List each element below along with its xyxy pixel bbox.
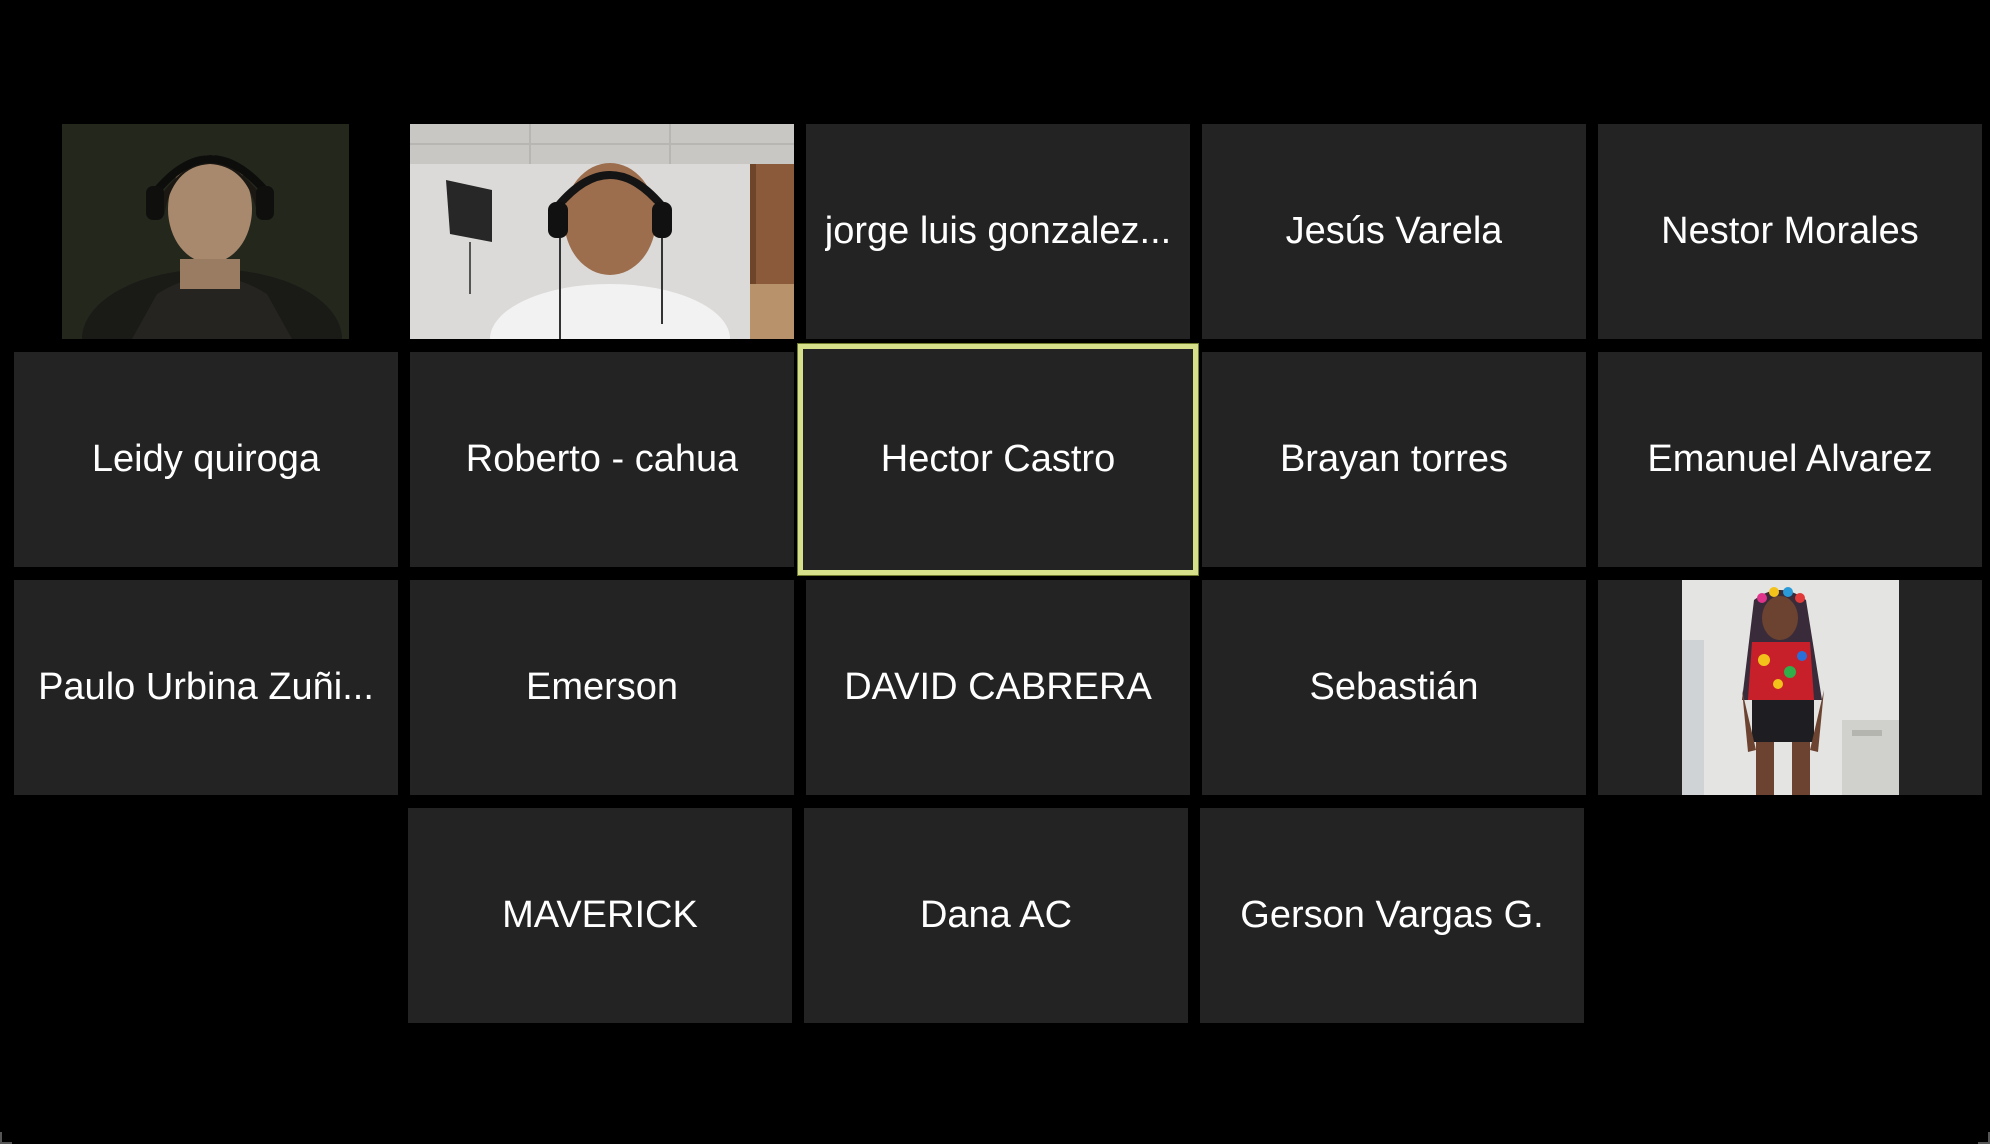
participant-name: Jesús Varela: [1285, 210, 1503, 252]
participant-tile[interactable]: Jesús Varela: [1202, 124, 1586, 339]
video-feed-man-with-headphones: [410, 124, 794, 339]
participant-tile[interactable]: jorge luis gonzalez...: [806, 124, 1190, 339]
participant-name: Hector Castro: [880, 438, 1116, 480]
video-feed-girl-with-headphones: [62, 124, 349, 339]
active-speaker-tile[interactable]: Hector Castro: [798, 344, 1198, 575]
resize-handle-bottom-right[interactable]: [1978, 1132, 1990, 1144]
participant-tile[interactable]: Brayan torres: [1202, 352, 1586, 567]
participant-name: Paulo Urbina Zuñi...: [38, 666, 374, 708]
participant-tile[interactable]: Gerson Vargas G.: [1200, 808, 1584, 1023]
participant-video-tile[interactable]: [1598, 580, 1982, 795]
participant-tile[interactable]: Sebastián: [1202, 580, 1586, 795]
participant-tile[interactable]: Nestor Morales: [1598, 124, 1982, 339]
participant-name: DAVID CABRERA: [844, 666, 1152, 708]
participant-name: Emanuel Alvarez: [1647, 438, 1933, 480]
video-frame-image: [62, 124, 349, 339]
participant-video-tile[interactable]: [410, 124, 794, 339]
gallery-view: jorge luis gonzalez... Jesús Varela Nest…: [0, 0, 1990, 1144]
video-feed-woman-in-colorful-top: [1682, 580, 1899, 795]
participant-tile[interactable]: Dana AC: [804, 808, 1188, 1023]
participant-tile[interactable]: Emerson: [410, 580, 794, 795]
participant-tile[interactable]: DAVID CABRERA: [806, 580, 1190, 795]
resize-handle-bottom-left[interactable]: [0, 1132, 12, 1144]
participant-tile[interactable]: Leidy quiroga: [14, 352, 398, 567]
participant-name: Dana AC: [919, 894, 1073, 936]
participant-name: Emerson: [525, 666, 679, 708]
participant-tile[interactable]: Paulo Urbina Zuñi...: [14, 580, 398, 795]
participant-tile[interactable]: Emanuel Alvarez: [1598, 352, 1982, 567]
participant-video-tile[interactable]: [14, 124, 398, 339]
participant-name: Leidy quiroga: [91, 438, 321, 480]
participant-name: jorge luis gonzalez...: [824, 210, 1172, 252]
participant-name: Sebastián: [1309, 666, 1479, 708]
participant-name: MAVERICK: [502, 894, 698, 936]
participant-name: Roberto - cahua: [465, 438, 739, 480]
video-frame-image: [1682, 580, 1899, 795]
participant-name: Gerson Vargas G.: [1240, 894, 1544, 936]
participant-tile[interactable]: Roberto - cahua: [410, 352, 794, 567]
participant-name: Brayan torres: [1279, 438, 1509, 480]
participant-tile[interactable]: MAVERICK: [408, 808, 792, 1023]
video-frame-image: [410, 124, 794, 339]
participant-name: Nestor Morales: [1661, 210, 1919, 252]
